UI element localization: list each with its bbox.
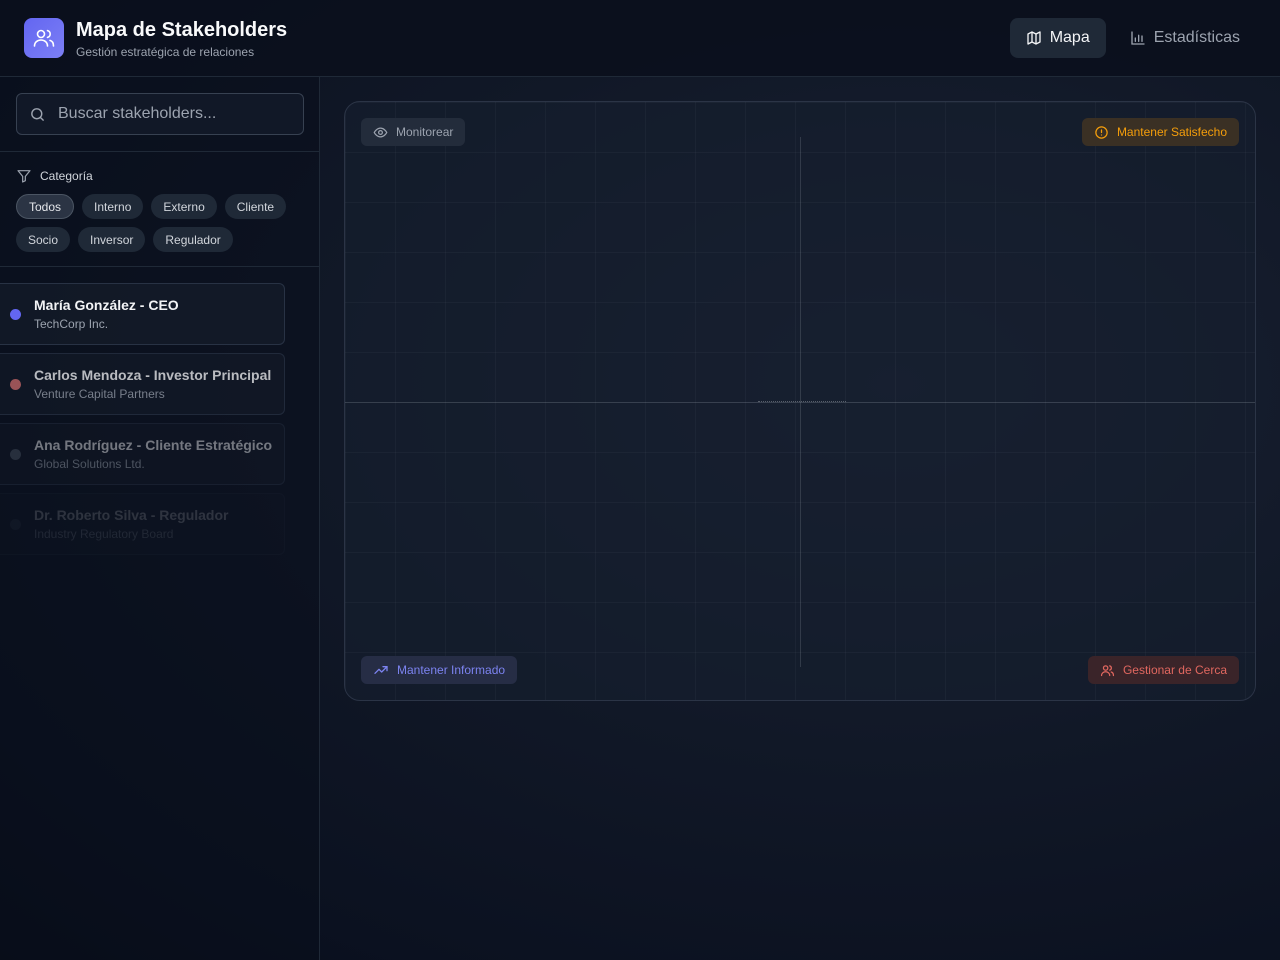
category-chip-socio[interactable]: Socio xyxy=(16,227,71,252)
category-chip-cliente[interactable]: Cliente xyxy=(224,194,287,219)
search-input[interactable] xyxy=(58,105,291,123)
quadrant-gestionar-de-cerca-label: Gestionar de Cerca xyxy=(1122,663,1227,677)
category-dot xyxy=(10,448,21,460)
stakeholder-org: Venture Capital Partners xyxy=(34,387,165,401)
quadrant-mantener-satisfecho-label: Mantener Satisfecho xyxy=(1116,125,1227,139)
users-icon xyxy=(1100,664,1114,676)
filter-icon xyxy=(17,170,31,183)
stakeholder-name: Carlos Mendoza - Investor Principal xyxy=(34,367,272,383)
stakeholder-org: Global Solutions Ltd. xyxy=(34,457,145,471)
category-dot xyxy=(10,308,21,320)
category-dot xyxy=(10,518,21,530)
eye-icon xyxy=(373,126,388,138)
stakeholder-org: Industry Regulatory Board xyxy=(34,527,174,541)
category-dot xyxy=(10,378,21,390)
stakeholder-name: Dr. Roberto Silva - Regulador xyxy=(34,507,229,523)
stakeholder-item[interactable]: Ana Rodríguez - Cliente Estratégico Glob… xyxy=(0,423,285,485)
stakeholder-item[interactable]: María González - CEO TechCorp Inc. xyxy=(0,283,285,345)
category-filter: Categoría Todos Interno Externo Cliente … xyxy=(0,152,319,267)
search-icon xyxy=(31,107,44,121)
search-box xyxy=(16,93,304,135)
nav-mapa-label: Mapa xyxy=(1049,29,1090,46)
bar-chart-icon xyxy=(1131,31,1145,45)
nav-mapa-button[interactable]: Mapa xyxy=(1009,18,1106,58)
category-chips: Todos Interno Externo Cliente Socio Inve… xyxy=(16,194,306,252)
brand: Mapa de Stakeholders Gestión estratégica… xyxy=(76,18,287,59)
alert-circle-icon xyxy=(1095,125,1108,139)
category-chip-regulador[interactable]: Regulador xyxy=(153,227,233,252)
category-chip-externo[interactable]: Externo xyxy=(151,194,217,219)
main-nav: Mapa Estadísticas xyxy=(1009,18,1256,58)
quadrant-mantener-informado: Mantener Informado xyxy=(361,656,518,684)
stakeholder-item[interactable]: Carlos Mendoza - Investor Principal Vent… xyxy=(0,353,285,415)
stakeholder-list: María González - CEO TechCorp Inc. Carlo… xyxy=(0,267,319,555)
stakeholder-name: Ana Rodríguez - Cliente Estratégico xyxy=(34,437,273,453)
stakeholder-org: TechCorp Inc. xyxy=(34,317,109,331)
category-chip-interno[interactable]: Interno xyxy=(82,194,144,219)
quadrant-monitorear: Monitorear xyxy=(361,118,466,146)
stakeholder-name: María González - CEO xyxy=(34,297,179,313)
center-marker xyxy=(758,401,846,403)
nav-estadisticas-button[interactable]: Estadísticas xyxy=(1114,18,1256,58)
filter-label-text: Categoría xyxy=(40,169,93,183)
quadrant-gestionar-de-cerca: Gestionar de Cerca xyxy=(1087,656,1239,684)
app-subtitle: Gestión estratégica de relaciones xyxy=(76,44,255,59)
quadrant-mantener-informado-label: Mantener Informado xyxy=(397,663,506,677)
category-chip-inversor[interactable]: Inversor xyxy=(78,227,146,252)
sidebar: Categoría Todos Interno Externo Cliente … xyxy=(0,77,320,960)
nav-estadisticas-label: Estadísticas xyxy=(1153,29,1240,46)
category-chip-todos[interactable]: Todos xyxy=(16,194,75,219)
app-header: Mapa de Stakeholders Gestión estratégica… xyxy=(0,0,1280,77)
trending-up-icon xyxy=(374,666,388,674)
map-icon xyxy=(1027,31,1041,45)
search-section xyxy=(0,77,319,152)
quadrant-mantener-satisfecho: Mantener Satisfecho xyxy=(1081,118,1239,146)
quadrant-monitorear-label: Monitorear xyxy=(396,125,454,139)
stakeholder-map[interactable]: Monitorear Mantener Satisfecho Mantener … xyxy=(344,101,1256,701)
stakeholder-item[interactable]: Dr. Roberto Silva - Regulador Industry R… xyxy=(0,493,285,555)
app-title: Mapa de Stakeholders xyxy=(76,18,288,41)
filter-label: Categoría xyxy=(16,168,303,184)
users-icon xyxy=(24,18,64,58)
